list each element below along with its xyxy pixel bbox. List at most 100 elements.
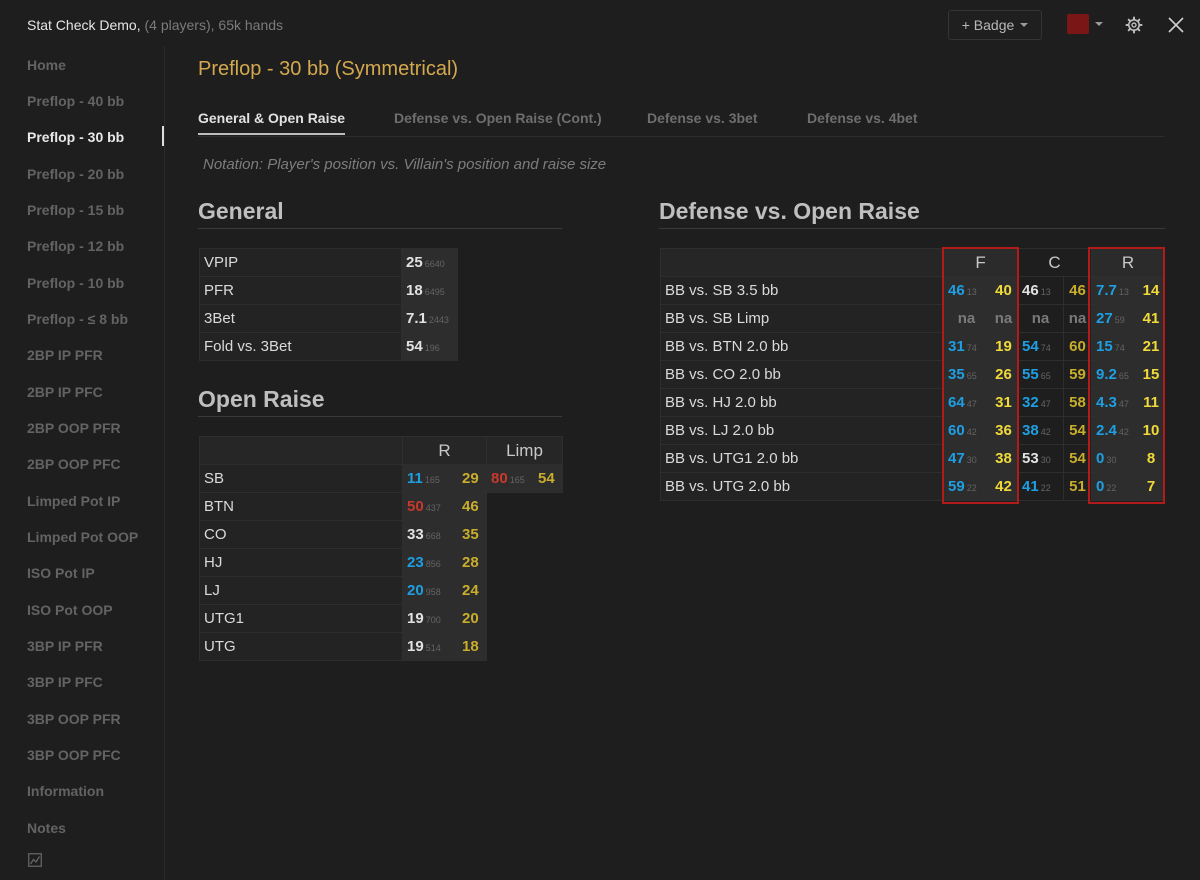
target-cell: 15 bbox=[1137, 360, 1166, 389]
target-cell: 40 bbox=[988, 276, 1019, 305]
target-value: 59 bbox=[1069, 366, 1086, 383]
sample-size: 700 bbox=[425, 615, 441, 625]
stat-cell: 54 196 bbox=[401, 332, 458, 361]
chevron-down-icon[interactable] bbox=[1095, 22, 1103, 26]
table-row: BTN 50 437 46 bbox=[199, 492, 563, 521]
target-value: 26 bbox=[995, 366, 1012, 383]
target-value: 29 bbox=[462, 470, 479, 487]
table-row: VPIP 25 6640 bbox=[199, 248, 458, 277]
stat-cell: 23 856 bbox=[402, 548, 458, 577]
tab-defense-vs-3bet[interactable]: Defense vs. 3bet bbox=[647, 110, 758, 126]
row-label: PFR bbox=[199, 276, 402, 305]
close-icon[interactable] bbox=[1167, 16, 1185, 34]
sample-size: 65 bbox=[1118, 371, 1129, 381]
sidebar-item-2bp-oop-pfc[interactable]: 2BP OOP PFC bbox=[27, 456, 121, 472]
sidebar-item-preflop-10bb[interactable]: Preflop - 10 bb bbox=[27, 275, 124, 291]
sidebar-item-iso-pot-oop[interactable]: ISO Pot OOP bbox=[27, 602, 113, 618]
target-cell: 18 bbox=[457, 632, 487, 661]
tab-defense-vs-open-raise-cont[interactable]: Defense vs. Open Raise (Cont.) bbox=[394, 110, 602, 126]
target-cell: 54 bbox=[1063, 444, 1093, 473]
sidebar-item-3bp-oop-pfc[interactable]: 3BP OOP PFC bbox=[27, 747, 121, 763]
target-value: 14 bbox=[1142, 282, 1160, 299]
stat-cell: 32 47 bbox=[1017, 388, 1065, 417]
stat-cell: 0 22 bbox=[1091, 472, 1139, 501]
target-value: 54 bbox=[1069, 422, 1086, 439]
sidebar-item-notes[interactable]: Notes bbox=[27, 820, 66, 836]
stat-cell: 60 42 bbox=[943, 416, 990, 445]
app-title: Stat Check Demo, (4 players), 65k hands bbox=[27, 17, 283, 33]
stat-cell: 2.4 42 bbox=[1091, 416, 1139, 445]
stat-value: 80 bbox=[491, 470, 508, 487]
table-row: LJ 20 958 24 bbox=[199, 576, 563, 605]
table-header-row: F C R bbox=[660, 248, 1166, 277]
row-label: BB vs. BTN 2.0 bb bbox=[660, 332, 944, 361]
sidebar-item-iso-pot-ip[interactable]: ISO Pot IP bbox=[27, 565, 95, 581]
sidebar-item-limped-pot-oop[interactable]: Limped Pot OOP bbox=[27, 529, 138, 545]
sidebar-item-preflop-8bb[interactable]: Preflop - ≤ 8 bb bbox=[27, 311, 128, 327]
sidebar-item-preflop-40bb[interactable]: Preflop - 40 bb bbox=[27, 93, 124, 109]
stat-value: 54 bbox=[1022, 338, 1039, 355]
target-value: 20 bbox=[462, 610, 479, 627]
stat-value: na bbox=[957, 310, 976, 327]
sidebar-item-preflop-20bb[interactable]: Preflop - 20 bb bbox=[27, 166, 124, 182]
stat-cell: 38 42 bbox=[1017, 416, 1065, 445]
stat-cell: na bbox=[1017, 304, 1065, 333]
stat-cell: 64 47 bbox=[943, 388, 990, 417]
table-row: 3Bet 7.1 2443 bbox=[199, 304, 458, 333]
row-label: UTG1 bbox=[199, 604, 403, 633]
sidebar-item-2bp-ip-pfc[interactable]: 2BP IP PFC bbox=[27, 384, 103, 400]
stat-cell: 19 700 bbox=[402, 604, 458, 633]
sample-size: 30 bbox=[966, 455, 977, 465]
sidebar-item-home[interactable]: Home bbox=[27, 57, 66, 73]
stat-value: 27 bbox=[1096, 310, 1113, 327]
sample-size: 165 bbox=[424, 475, 440, 485]
sidebar-item-2bp-ip-pfr[interactable]: 2BP IP PFR bbox=[27, 347, 103, 363]
row-label: SB bbox=[199, 464, 403, 493]
tab-general-open-raise[interactable]: General & Open Raise bbox=[198, 110, 346, 135]
stat-value: 9.2 bbox=[1096, 366, 1117, 383]
header-blank bbox=[199, 436, 403, 465]
target-value: 19 bbox=[995, 338, 1012, 355]
target-value: 11 bbox=[1143, 394, 1159, 411]
row-label: LJ bbox=[199, 576, 403, 605]
stat-cell: 11 165 bbox=[402, 464, 458, 493]
target-value: 51 bbox=[1069, 478, 1086, 495]
stat-value: 55 bbox=[1022, 366, 1039, 383]
stat-value: 11 bbox=[407, 470, 423, 487]
chart-icon[interactable] bbox=[28, 853, 42, 867]
sample-size: 437 bbox=[425, 503, 441, 513]
row-label: BB vs. CO 2.0 bb bbox=[660, 360, 944, 389]
stat-cell: 59 22 bbox=[943, 472, 990, 501]
stat-cell: 20 958 bbox=[402, 576, 458, 605]
sample-size: 42 bbox=[966, 427, 977, 437]
sidebar-item-information[interactable]: Information bbox=[27, 783, 104, 799]
stat-cell: 46 13 bbox=[943, 276, 990, 305]
sidebar-item-preflop-30bb[interactable]: Preflop - 30 bb bbox=[27, 129, 124, 145]
stat-cell: 41 22 bbox=[1017, 472, 1065, 501]
target-value: 36 bbox=[995, 422, 1012, 439]
column-header-limp: Limp bbox=[485, 436, 564, 465]
header-blank bbox=[660, 248, 944, 277]
add-badge-button[interactable]: + Badge bbox=[948, 10, 1042, 40]
table-row: HJ 23 856 28 bbox=[199, 548, 563, 577]
tab-defense-vs-4bet[interactable]: Defense vs. 4bet bbox=[807, 110, 918, 126]
chevron-down-icon bbox=[1020, 23, 1029, 27]
sample-size: 958 bbox=[425, 587, 441, 597]
section-title-defense-vs-open-raise: Defense vs. Open Raise bbox=[659, 198, 1165, 229]
stat-cell: 27 59 bbox=[1091, 304, 1139, 333]
sidebar-item-limped-pot-ip[interactable]: Limped Pot IP bbox=[27, 493, 120, 509]
sidebar-item-3bp-ip-pfc[interactable]: 3BP IP PFC bbox=[27, 674, 103, 690]
sidebar-item-preflop-12bb[interactable]: Preflop - 12 bb bbox=[27, 238, 124, 254]
target-value: na bbox=[1068, 310, 1087, 327]
row-label: BB vs. SB Limp bbox=[660, 304, 944, 333]
stat-cell: 7.7 13 bbox=[1091, 276, 1139, 305]
target-cell: 36 bbox=[988, 416, 1019, 445]
color-picker-swatch[interactable] bbox=[1067, 14, 1089, 34]
sample-size: 42 bbox=[1040, 427, 1051, 437]
gear-icon[interactable] bbox=[1125, 16, 1143, 34]
sidebar-item-preflop-15bb[interactable]: Preflop - 15 bb bbox=[27, 202, 124, 218]
sidebar-item-2bp-oop-pfr[interactable]: 2BP OOP PFR bbox=[27, 420, 121, 436]
sidebar-item-3bp-oop-pfr[interactable]: 3BP OOP PFR bbox=[27, 711, 121, 727]
row-label: BB vs. UTG1 2.0 bb bbox=[660, 444, 944, 473]
sidebar-item-3bp-ip-pfr[interactable]: 3BP IP PFR bbox=[27, 638, 103, 654]
